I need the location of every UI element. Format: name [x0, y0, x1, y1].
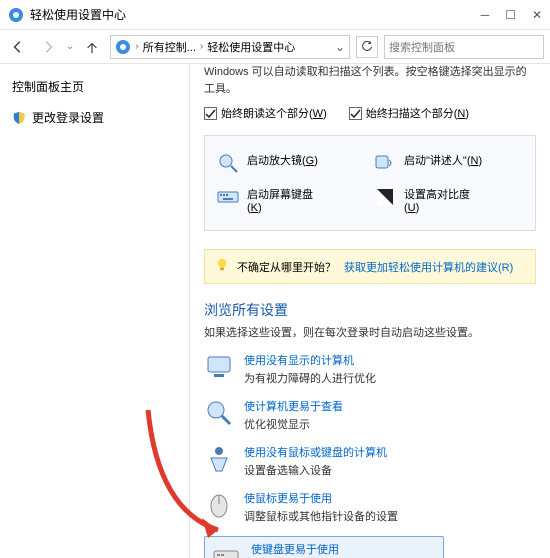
- main-content: Windows 可以自动读取和扫描这个列表。按空格键选择突出显示的工具。 始终朗…: [190, 64, 550, 558]
- control-panel-icon: [115, 39, 131, 55]
- option-desc: 为有视力障碍的人进行优化: [244, 370, 376, 386]
- address-dropdown[interactable]: ⌄: [329, 40, 345, 54]
- back-button[interactable]: [6, 35, 30, 59]
- close-button[interactable]: ✕: [532, 8, 542, 22]
- option-no-mouse-keyboard[interactable]: 使用没有鼠标或键盘的计算机 设置备选输入设备: [204, 444, 536, 478]
- sidebar-home[interactable]: 控制面板主页: [12, 78, 177, 95]
- sidebar-login-settings[interactable]: 更改登录设置: [12, 109, 177, 126]
- option-easier-to-see[interactable]: 使计算机更易于查看 优化视觉显示: [204, 398, 536, 432]
- intro-text: Windows 可以自动读取和扫描这个列表。按空格键选择突出显示的工具。: [204, 64, 536, 97]
- lightbulb-icon: [215, 258, 229, 275]
- minimize-button[interactable]: ─: [481, 8, 490, 22]
- sidebar: 控制面板主页 更改登录设置: [0, 64, 190, 558]
- tool-contrast[interactable]: 设置高对比度(U): [370, 180, 527, 220]
- check-scan-section[interactable]: 始终扫描这个部分(N): [349, 105, 469, 121]
- tool-magnifier[interactable]: 启动放大镜(G): [213, 146, 370, 180]
- option-title: 使用没有鼠标或键盘的计算机: [244, 444, 387, 460]
- window-title: 轻松使用设置中心: [30, 6, 481, 23]
- tool-narrator[interactable]: 启动"讲述人"(N): [370, 146, 527, 180]
- option-keyboard-easier[interactable]: 使键盘更易于使用 调整键盘设置: [204, 536, 444, 558]
- contrast-icon: [374, 186, 396, 208]
- monitor-off-icon: [204, 352, 234, 382]
- narrator-icon: [374, 152, 396, 174]
- zoom-icon: [204, 398, 234, 428]
- titlebar: 轻松使用设置中心 ─ ☐ ✕: [0, 0, 550, 30]
- up-button[interactable]: [80, 35, 104, 59]
- option-desc: 设置备选输入设备: [244, 462, 387, 478]
- search-input[interactable]: 搜索控制面板: [384, 35, 544, 59]
- magnifier-icon: [217, 152, 239, 174]
- option-title: 使键盘更易于使用: [251, 541, 339, 557]
- navbar: ⌄ › 所有控制... › 轻松使用设置中心 ⌄ 搜索控制面板: [0, 30, 550, 64]
- option-desc: 调整鼠标或其他指针设备的设置: [244, 508, 398, 524]
- option-title: 使用没有显示的计算机: [244, 352, 376, 368]
- breadcrumb-seg[interactable]: 轻松使用设置中心: [207, 39, 295, 55]
- option-title: 使计算机更易于查看: [244, 398, 343, 414]
- option-no-display[interactable]: 使用没有显示的计算机 为有视力障碍的人进行优化: [204, 352, 536, 386]
- sidebar-login-label: 更改登录设置: [32, 109, 104, 126]
- hint-link[interactable]: 获取更加轻松使用计算机的建议(R): [344, 259, 513, 275]
- option-title: 使鼠标更易于使用: [244, 490, 398, 506]
- maximize-button[interactable]: ☐: [505, 8, 516, 22]
- option-desc: 优化视觉显示: [244, 416, 343, 432]
- check-read-section[interactable]: 始终朗读这个部分(W): [204, 105, 327, 121]
- search-placeholder: 搜索控制面板: [389, 39, 455, 55]
- browse-sub: 如果选择这些设置，则在每次登录时自动启动这些设置。: [204, 324, 536, 340]
- refresh-button[interactable]: [356, 36, 378, 58]
- forward-button[interactable]: [36, 35, 60, 59]
- option-mouse-easier[interactable]: 使鼠标更易于使用 调整鼠标或其他指针设备的设置: [204, 490, 536, 524]
- address-bar[interactable]: › 所有控制... › 轻松使用设置中心 ⌄: [110, 35, 350, 59]
- tool-osk[interactable]: 启动屏幕键盘(K): [213, 180, 370, 220]
- keyboard-icon: [217, 186, 239, 208]
- control-panel-icon: [8, 7, 24, 23]
- keyboard-small-icon: [211, 541, 241, 558]
- breadcrumb-seg[interactable]: 所有控制...: [143, 39, 196, 55]
- recent-dropdown[interactable]: ⌄: [66, 41, 74, 52]
- hint-prefix: 不确定从哪里开始？: [237, 259, 336, 275]
- shield-icon: [12, 111, 26, 125]
- chevron-right-icon: ›: [200, 41, 203, 52]
- checkbox-row: 始终朗读这个部分(W) 始终扫描这个部分(N): [204, 105, 536, 121]
- hint-bar: 不确定从哪里开始？ 获取更加轻松使用计算机的建议(R): [204, 249, 536, 284]
- mouse-icon: [204, 490, 234, 520]
- chevron-right-icon: ›: [135, 41, 138, 52]
- tools-grid: 启动放大镜(G) 启动"讲述人"(N) 启动屏幕键盘(K): [204, 135, 536, 231]
- accessibility-icon: [204, 444, 234, 474]
- browse-title: 浏览所有设置: [204, 300, 536, 320]
